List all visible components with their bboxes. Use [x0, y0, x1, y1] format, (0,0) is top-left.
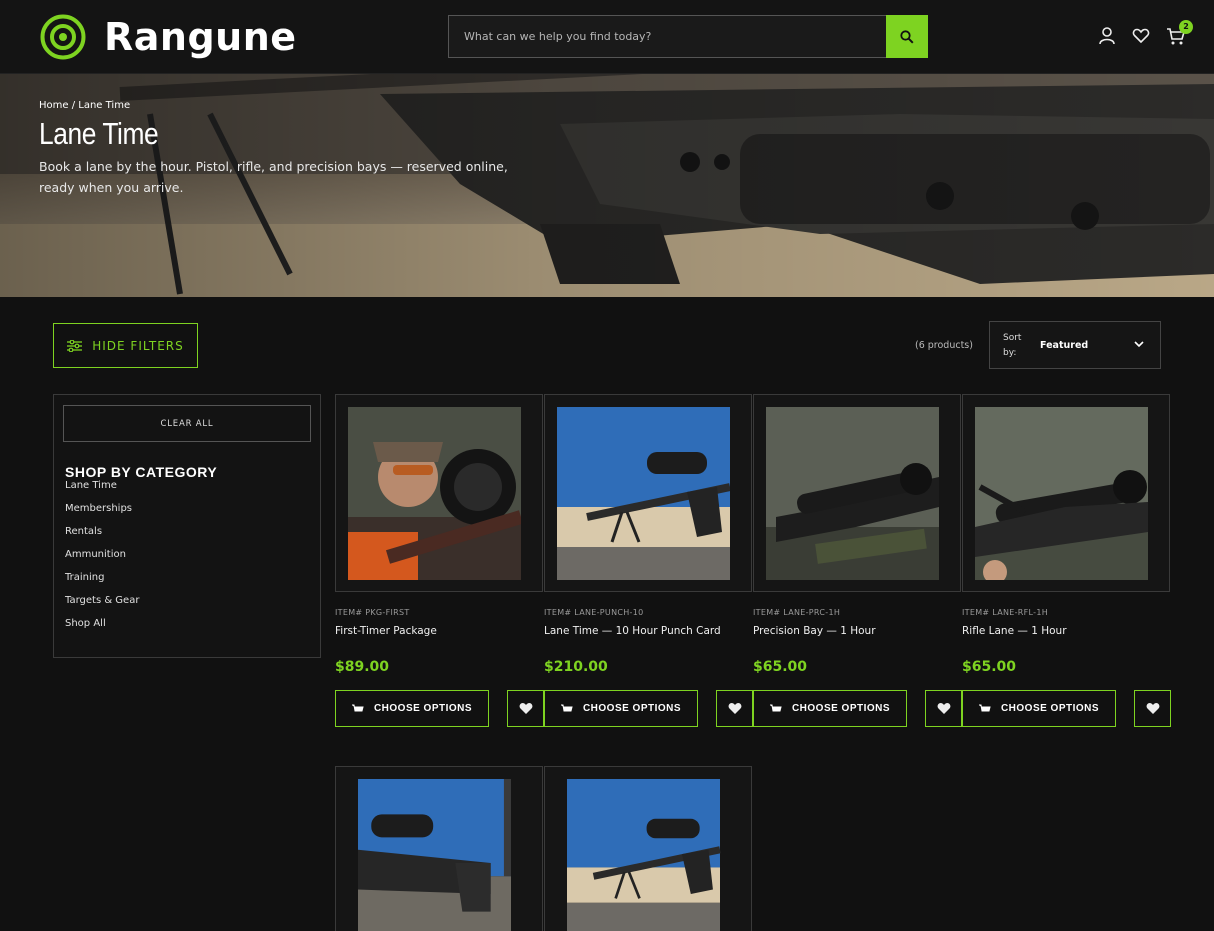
category-list: Lane Time Memberships Rentals Ammunition… — [65, 480, 139, 641]
breadcrumb-home-link[interactable]: Home — [39, 100, 69, 111]
choose-options-button[interactable]: CHOOSE OPTIONS — [962, 690, 1116, 727]
category-item-rentals[interactable]: Rentals — [65, 526, 139, 549]
cart-icon — [560, 704, 573, 711]
product-sku: ITEM# PKG-FIRST — [335, 608, 410, 617]
cart-icon — [769, 704, 782, 711]
product-image — [766, 407, 939, 580]
product-sku: ITEM# LANE-PRC-1H — [753, 608, 841, 617]
product-count: (6 products) — [915, 340, 973, 351]
account-icon — [1099, 27, 1115, 45]
heart-icon — [1146, 703, 1159, 714]
product-price: $89.00 — [335, 659, 390, 675]
logo[interactable]: Rangune — [40, 14, 297, 60]
product-name[interactable]: Precision Bay — 1 Hour — [753, 625, 962, 659]
product-image-link[interactable] — [335, 394, 543, 592]
choose-options-label: CHOOSE OPTIONS — [791, 703, 891, 714]
product-actions: CHOOSE OPTIONS — [962, 690, 1171, 727]
add-to-wishlist-button[interactable] — [716, 690, 753, 727]
site-header: Rangune 2 — [0, 0, 1214, 74]
choose-options-button[interactable]: CHOOSE OPTIONS — [753, 690, 907, 727]
sort-select[interactable]: Sort by: Featured — [989, 321, 1161, 369]
cart-button[interactable]: 2 — [1166, 20, 1193, 46]
breadcrumb-separator: / — [68, 100, 79, 111]
heart-icon — [937, 703, 950, 714]
product-image-link[interactable] — [962, 394, 1170, 592]
product-card: ITEM# LANE-RFL-1H Rifle Lane — 1 Hour $6… — [962, 394, 1171, 727]
search-input[interactable] — [448, 15, 886, 58]
breadcrumb-current: Lane Time — [78, 100, 131, 111]
wishlist-button[interactable] — [1132, 26, 1150, 46]
filter-sliders-icon — [67, 339, 83, 352]
filter-sidebar: CLEAR ALL SHOP BY CATEGORY Lane Time Mem… — [53, 394, 321, 658]
product-price: $65.00 — [753, 659, 808, 675]
add-to-wishlist-button[interactable] — [925, 690, 962, 727]
product-sku: ITEM# LANE-RFL-1H — [962, 608, 1049, 617]
target-logo-icon — [40, 14, 86, 60]
sort-value: Featured — [1040, 340, 1089, 351]
page-title: Lane Time — [39, 116, 159, 151]
heart-icon — [1132, 28, 1150, 44]
product-card — [335, 766, 544, 931]
product-name[interactable]: Lane Time — 10 Hour Punch Card — [544, 625, 753, 659]
heart-icon — [519, 703, 532, 714]
choose-options-button[interactable]: CHOOSE OPTIONS — [544, 690, 698, 727]
category-item-memberships[interactable]: Memberships — [65, 503, 139, 526]
category-item-ammunition[interactable]: Ammunition — [65, 549, 139, 572]
product-name[interactable]: First-Timer Package — [335, 625, 544, 659]
search-bar — [448, 15, 928, 58]
chevron-down-icon — [1134, 341, 1144, 348]
product-card: ITEM# LANE-PRC-1H Precision Bay — 1 Hour… — [753, 394, 962, 727]
add-to-wishlist-button[interactable] — [1134, 690, 1171, 727]
product-actions: CHOOSE OPTIONS — [335, 690, 544, 727]
search-button[interactable] — [886, 15, 928, 58]
category-item-targets-gear[interactable]: Targets & Gear — [65, 595, 139, 618]
product-actions: CHOOSE OPTIONS — [544, 690, 753, 727]
header-actions: 2 — [1098, 20, 1193, 46]
choose-options-label: CHOOSE OPTIONS — [373, 703, 473, 714]
search-icon — [900, 29, 914, 44]
product-actions: CHOOSE OPTIONS — [753, 690, 962, 727]
choose-options-label: CHOOSE OPTIONS — [582, 703, 682, 714]
cart-icon — [351, 704, 364, 711]
product-price: $65.00 — [962, 659, 1017, 675]
hero-banner: Home / Lane Time Lane Time Book a lane b… — [0, 74, 1214, 297]
category-item-shop-all[interactable]: Shop All — [65, 618, 139, 641]
hide-filters-button[interactable]: HIDE FILTERS — [53, 323, 198, 368]
product-price: $210.00 — [544, 659, 608, 675]
cart-icon — [978, 704, 991, 711]
product-image — [348, 407, 521, 580]
category-item-training[interactable]: Training — [65, 572, 139, 595]
product-card: ITEM# PKG-FIRST First-Timer Package $89.… — [335, 394, 544, 727]
product-image-link[interactable] — [544, 394, 752, 592]
sort-label: Sort by: — [1003, 333, 1022, 358]
product-image — [557, 407, 730, 580]
product-sku: ITEM# LANE-PUNCH-10 — [544, 608, 644, 617]
add-to-wishlist-button[interactable] — [507, 690, 544, 727]
product-image — [567, 779, 721, 931]
product-image-link[interactable] — [753, 394, 961, 592]
clear-all-button[interactable]: CLEAR ALL — [63, 405, 311, 442]
brand-name: Rangune — [104, 15, 297, 59]
category-heading: SHOP BY CATEGORY — [65, 464, 218, 480]
product-card: ITEM# LANE-PUNCH-10 Lane Time — 10 Hour … — [544, 394, 753, 727]
choose-options-button[interactable]: CHOOSE OPTIONS — [335, 690, 489, 727]
choose-options-label: CHOOSE OPTIONS — [1000, 703, 1100, 714]
product-image — [358, 779, 511, 931]
breadcrumb: Home / Lane Time — [39, 100, 130, 111]
product-image-link[interactable] — [544, 766, 752, 931]
heart-icon — [728, 703, 741, 714]
cart-count-badge: 2 — [1179, 20, 1193, 34]
account-button[interactable] — [1098, 26, 1116, 46]
product-name[interactable]: Rifle Lane — 1 Hour — [962, 625, 1171, 659]
hide-filters-label: HIDE FILTERS — [92, 338, 184, 353]
product-image-link[interactable] — [335, 766, 543, 931]
product-image — [975, 407, 1148, 580]
category-item-lane-time[interactable]: Lane Time — [65, 480, 139, 503]
page-description: Book a lane by the hour. Pistol, rifle, … — [39, 159, 508, 195]
product-card — [544, 766, 753, 931]
